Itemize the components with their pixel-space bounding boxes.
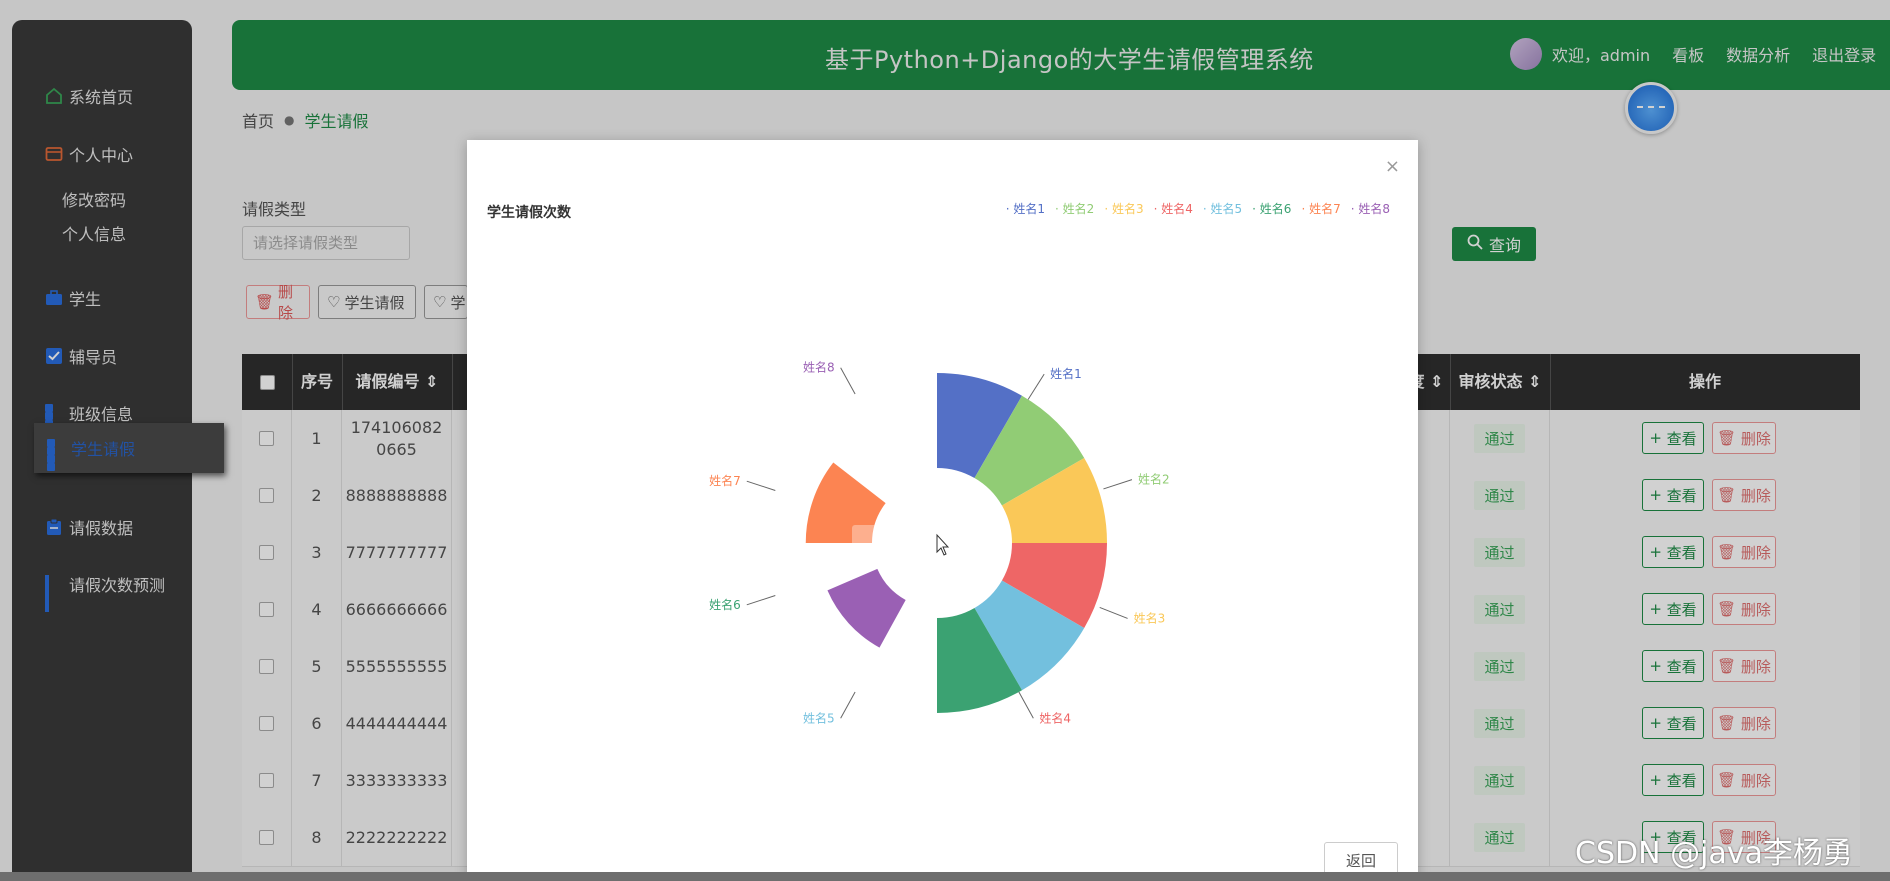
chart-label-line	[1099, 606, 1128, 619]
chart-label-line	[746, 480, 776, 491]
chart-slice-label: 姓名7	[709, 473, 741, 488]
chart-label-line	[840, 367, 856, 395]
watermark: CSDN @java李杨勇	[1575, 836, 1853, 871]
chart-label-line	[1018, 691, 1034, 719]
chart-label-line	[1103, 479, 1133, 490]
chart-slice-label: 姓名1	[1050, 366, 1082, 381]
chart-label-line	[746, 595, 776, 606]
bottom-scrollbar[interactable]	[0, 872, 1890, 881]
chart-slice[interactable]	[827, 568, 906, 648]
chart-label-line	[840, 691, 856, 719]
chart-slice-label: 姓名3	[1134, 610, 1166, 625]
chart-slice-label: 姓名2	[1138, 472, 1170, 487]
chart-slice-label: 姓名8	[803, 360, 835, 375]
chart-slice-label: 姓名5	[803, 710, 835, 725]
chart-slice-label: 姓名4	[1039, 710, 1071, 725]
chart-tooltip	[852, 525, 982, 565]
chart-slice-label: 姓名6	[709, 597, 741, 612]
chart-modal: × 学生请假次数 · 姓名1 · 姓名2 · 姓名3 · 姓名4 · 姓名5 · 姓名6 ·…	[467, 140, 1418, 881]
chart-label-line	[1027, 373, 1045, 400]
rose-chart: 姓名1 姓名2 姓名3 姓名4 姓名5 姓名6 姓名7 姓名8	[709, 360, 1170, 726]
close-icon[interactable]: ×	[1385, 156, 1400, 177]
